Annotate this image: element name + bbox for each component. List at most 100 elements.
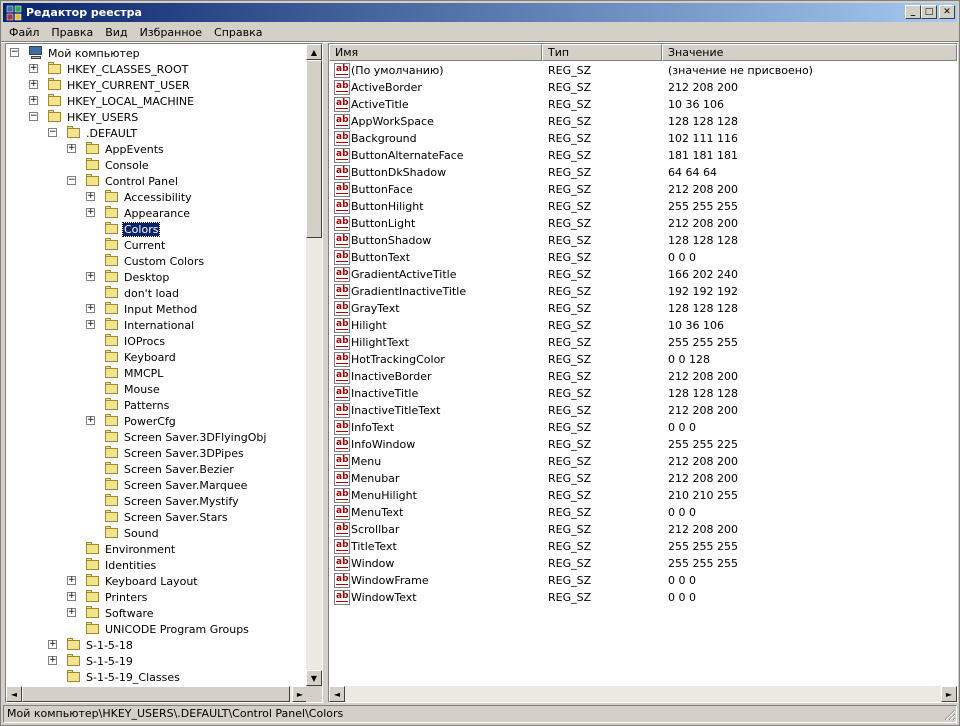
expand-icon[interactable]: + — [29, 96, 38, 105]
value-row[interactable]: ab InfoText REG_SZ 0 0 0 — [329, 419, 957, 436]
tree-item[interactable]: + Software — [67, 605, 155, 621]
list-scroll-left-button[interactable]: ◄ — [329, 686, 345, 702]
value-row[interactable]: ab InactiveTitle REG_SZ 128 128 128 — [329, 385, 957, 402]
value-row[interactable]: ab Background REG_SZ 102 111 116 — [329, 130, 957, 147]
value-row[interactable]: ab Window REG_SZ 255 255 255 — [329, 555, 957, 572]
expand-icon[interactable]: + — [86, 208, 95, 217]
tree-item[interactable]: Environment — [85, 541, 176, 557]
value-row[interactable]: ab GradientActiveTitle REG_SZ 166 202 240 — [329, 266, 957, 283]
value-row[interactable]: ab MenuHilight REG_SZ 210 210 255 — [329, 487, 957, 504]
tree-item[interactable]: Screen Saver.Bezier — [104, 461, 235, 477]
tree-item[interactable]: + Appearance — [86, 205, 191, 221]
value-row[interactable]: ab InactiveTitleText REG_SZ 212 208 200 — [329, 402, 957, 419]
value-row[interactable]: ab ButtonShadow REG_SZ 128 128 128 — [329, 232, 957, 249]
value-row[interactable]: ab GradientInactiveTitle REG_SZ 192 192 192 — [329, 283, 957, 300]
value-row[interactable]: ab Hilight REG_SZ 10 36 106 — [329, 317, 957, 334]
collapse-icon[interactable]: − — [67, 176, 76, 185]
tree-item[interactable]: S-1-5-19_Classes — [66, 669, 181, 685]
value-row[interactable]: ab Scrollbar REG_SZ 212 208 200 — [329, 521, 957, 538]
tree-hscroll-thumb[interactable] — [22, 686, 290, 702]
expand-icon[interactable]: + — [48, 640, 57, 649]
expand-icon[interactable]: + — [86, 192, 95, 201]
expand-icon[interactable]: + — [67, 592, 76, 601]
tree-item[interactable]: IOProcs — [104, 333, 166, 349]
tree-item[interactable]: UNICODE Program Groups — [85, 621, 250, 637]
key-tree-pane[interactable]: − Мой компьютер + HKEY_CLASSES_ROOT + HKEY_CU… — [5, 43, 323, 703]
tree-item[interactable]: − .DEFAULT — [48, 125, 138, 141]
value-row[interactable]: ab AppWorkSpace REG_SZ 128 128 128 — [329, 113, 957, 130]
collapse-icon[interactable]: − — [10, 48, 19, 57]
tree-item[interactable]: Colors — [104, 221, 161, 237]
tree-item[interactable]: + International — [86, 317, 195, 333]
close-button[interactable]: ✕ — [939, 5, 955, 19]
tree-item[interactable]: + HKEY_CLASSES_ROOT — [29, 61, 189, 77]
tree-item[interactable]: + Desktop — [86, 269, 170, 285]
tree-item[interactable]: − Control Panel — [67, 173, 179, 189]
value-row[interactable]: ab ActiveBorder REG_SZ 212 208 200 — [329, 79, 957, 96]
expand-icon[interactable]: + — [67, 144, 76, 153]
list-horizontal-scrollbar[interactable]: ◄ ► — [329, 686, 957, 702]
tree-item[interactable]: Screen Saver.Stars — [104, 509, 229, 525]
menu-favorites[interactable]: Избранное — [134, 26, 208, 39]
value-row[interactable]: ab HotTrackingColor REG_SZ 0 0 128 — [329, 351, 957, 368]
tree-item[interactable]: − Мой компьютер — [10, 45, 141, 61]
value-row[interactable]: ab ButtonLight REG_SZ 212 208 200 — [329, 215, 957, 232]
tree-item[interactable]: + S-1-5-19 — [48, 653, 134, 669]
scroll-up-button[interactable]: ▲ — [306, 44, 322, 60]
expand-icon[interactable]: + — [86, 320, 95, 329]
expand-icon[interactable]: + — [48, 656, 57, 665]
value-row[interactable]: ab Menu REG_SZ 212 208 200 — [329, 453, 957, 470]
value-row[interactable]: ab ButtonDkShadow REG_SZ 64 64 64 — [329, 164, 957, 181]
tree-item[interactable]: Identities — [85, 557, 157, 573]
value-row[interactable]: ab ActiveTitle REG_SZ 10 36 106 — [329, 96, 957, 113]
tree-item[interactable]: MMCPL — [104, 365, 164, 381]
tree-item[interactable]: + S-1-5-18 — [48, 637, 134, 653]
tree-item[interactable]: Console — [85, 157, 150, 173]
minimize-button[interactable]: _ — [905, 5, 921, 19]
column-header-data[interactable]: Значение — [662, 44, 957, 61]
expand-icon[interactable]: + — [86, 304, 95, 313]
list-scroll-right-button[interactable]: ► — [941, 686, 957, 702]
value-row[interactable]: ab MenuText REG_SZ 0 0 0 — [329, 504, 957, 521]
tree-item[interactable]: Current — [104, 237, 166, 253]
resize-grip-icon[interactable] — [944, 709, 956, 721]
tree-item[interactable]: Screen Saver.Mystify — [104, 493, 240, 509]
tree-item[interactable]: Sound — [104, 525, 160, 541]
value-row[interactable]: ab ButtonFace REG_SZ 212 208 200 — [329, 181, 957, 198]
tree-item[interactable]: + Printers — [67, 589, 148, 605]
value-row[interactable]: ab ButtonText REG_SZ 0 0 0 — [329, 249, 957, 266]
collapse-icon[interactable]: − — [48, 128, 57, 137]
menu-help[interactable]: Справка — [208, 26, 268, 39]
tree-item[interactable]: don't load — [104, 285, 180, 301]
tree-item[interactable]: + Accessibility — [86, 189, 193, 205]
expand-icon[interactable]: + — [67, 608, 76, 617]
expand-icon[interactable]: + — [29, 80, 38, 89]
tree-item[interactable]: Keyboard — [104, 349, 177, 365]
tree-item[interactable]: + Input Method — [86, 301, 198, 317]
tree-item[interactable]: Screen Saver.3DPipes — [104, 445, 245, 461]
collapse-icon[interactable]: − — [29, 112, 38, 121]
menu-file[interactable]: Файл — [3, 26, 45, 39]
tree-item[interactable]: − HKEY_USERS — [29, 109, 139, 125]
tree-scroll-thumb[interactable] — [306, 60, 322, 238]
values-list-pane[interactable]: Имя Тип Значение ab (По умолчанию) REG_SZ(… — [328, 43, 958, 703]
value-row[interactable]: ab WindowText REG_SZ 0 0 0 — [329, 589, 957, 606]
expand-icon[interactable]: + — [29, 64, 38, 73]
tree-item[interactable]: + PowerCfg — [86, 413, 177, 429]
tree-vertical-scrollbar[interactable]: ▲ ▼ — [306, 44, 322, 686]
value-row[interactable]: ab Menubar REG_SZ 212 208 200 — [329, 470, 957, 487]
expand-icon[interactable]: + — [67, 576, 76, 585]
tree-item[interactable]: Screen Saver.Marquee — [104, 477, 248, 493]
scroll-down-button[interactable]: ▼ — [306, 670, 322, 686]
tree-item[interactable]: + HKEY_LOCAL_MACHINE — [29, 93, 195, 109]
expand-icon[interactable]: + — [86, 416, 95, 425]
scroll-left-button[interactable]: ◄ — [6, 686, 22, 702]
value-row[interactable]: ab WindowFrame REG_SZ 0 0 0 — [329, 572, 957, 589]
menu-view[interactable]: Вид — [99, 26, 133, 39]
tree-item[interactable]: + Keyboard Layout — [67, 573, 199, 589]
column-header-name[interactable]: Имя — [329, 44, 542, 61]
column-header-type[interactable]: Тип — [542, 44, 662, 61]
key-tree[interactable]: − Мой компьютер + HKEY_CLASSES_ROOT + HKEY_CU… — [6, 44, 308, 686]
value-row[interactable]: ab ButtonHilight REG_SZ 255 255 255 — [329, 198, 957, 215]
menu-edit[interactable]: Правка — [45, 26, 99, 39]
